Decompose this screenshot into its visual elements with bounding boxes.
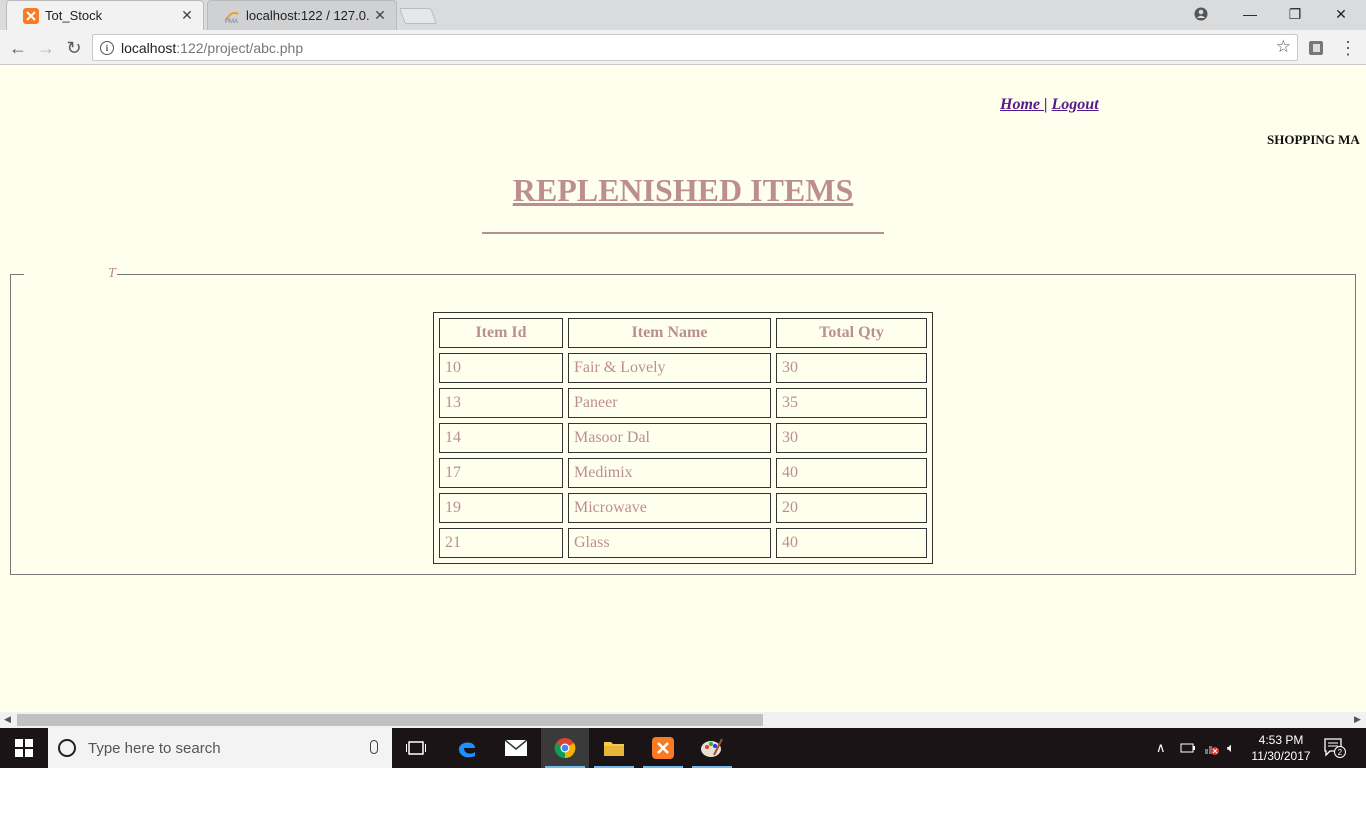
tab-strip: Tot_Stock ✕ PMA localhost:122 / 127.0.0.… xyxy=(0,0,1366,30)
cell-total-qty: 30 xyxy=(776,423,927,453)
minimize-button[interactable]: — xyxy=(1227,0,1273,28)
scrollbar-thumb[interactable] xyxy=(17,714,763,726)
cortana-icon xyxy=(58,739,76,757)
column-header-total-qty: Total Qty xyxy=(776,318,927,348)
close-tab-icon[interactable]: ✕ xyxy=(177,7,197,24)
table-row: 13 Paneer 35 xyxy=(439,388,927,418)
cell-total-qty: 20 xyxy=(776,493,927,523)
file-explorer-icon[interactable] xyxy=(590,728,638,768)
tab-tot-stock[interactable]: Tot_Stock ✕ xyxy=(6,0,204,30)
divider xyxy=(482,232,884,234)
screen-margin xyxy=(0,768,1366,815)
windows-taskbar: Type here to search ∧ 🔈︎ 4:53 PM 11/30/2… xyxy=(0,728,1366,768)
mail-icon[interactable] xyxy=(492,728,540,768)
page-content: Home | Logout SHOPPING MA REPLENISHED IT… xyxy=(0,66,1366,712)
paint-icon[interactable] xyxy=(688,728,736,768)
marquee-text: SHOPPING MA xyxy=(1267,132,1360,147)
cell-total-qty: 35 xyxy=(776,388,927,418)
new-tab-button[interactable] xyxy=(399,8,437,24)
horizontal-scrollbar[interactable]: ◀ ▶ xyxy=(0,712,1366,728)
column-header-item-id: Item Id xyxy=(439,318,563,348)
network-disconnected-icon[interactable] xyxy=(1204,728,1220,768)
cell-item-id: 13 xyxy=(439,388,563,418)
extension-icon[interactable] xyxy=(1304,36,1328,60)
notification-count: 2 xyxy=(1338,748,1343,757)
browser-toolbar: ← → ↻ i localhost:122/project/abc.php ☆ … xyxy=(0,30,1366,65)
bookmark-star-icon[interactable]: ☆ xyxy=(1276,37,1291,57)
microphone-icon[interactable] xyxy=(370,740,378,754)
cell-total-qty: 30 xyxy=(776,353,927,383)
tab-phpmyadmin[interactable]: PMA localhost:122 / 127.0.0.1 ✕ xyxy=(207,0,397,30)
cell-item-name: Microwave xyxy=(568,493,771,523)
volume-icon[interactable]: 🔈︎ xyxy=(1227,728,1235,768)
clock-date: 11/30/2017 xyxy=(1251,749,1311,763)
scroll-right-arrow-icon[interactable]: ▶ xyxy=(1354,714,1361,725)
table-row: 14 Masoor Dal 30 xyxy=(439,423,927,453)
search-placeholder: Type here to search xyxy=(88,739,221,757)
cell-item-name: Masoor Dal xyxy=(568,423,771,453)
cell-item-name: Fair & Lovely xyxy=(568,353,771,383)
page-title: REPLENISHED ITEMS xyxy=(512,172,854,208)
back-arrow-icon[interactable]: ← xyxy=(6,36,30,60)
battery-icon[interactable] xyxy=(1180,728,1196,768)
edge-browser-icon[interactable] xyxy=(443,728,491,768)
top-nav: Home | Logout xyxy=(1000,96,1099,114)
clock-time: 4:53 PM xyxy=(1258,733,1304,747)
forward-arrow-icon[interactable]: → xyxy=(34,36,58,60)
xampp-favicon-icon xyxy=(23,7,39,24)
reload-icon[interactable]: ↻ xyxy=(62,36,86,60)
phpmyadmin-favicon-icon: PMA xyxy=(224,8,240,24)
menu-kebab-icon[interactable]: ⋮ xyxy=(1336,36,1360,60)
table-row: 17 Medimix 40 xyxy=(439,458,927,488)
cell-item-name: Glass xyxy=(568,528,771,558)
profile-icon[interactable] xyxy=(1178,0,1224,28)
cell-total-qty: 40 xyxy=(776,528,927,558)
table-row: 10 Fair & Lovely 30 xyxy=(439,353,927,383)
address-bar[interactable]: i localhost:122/project/abc.php ☆ xyxy=(92,34,1298,61)
table-row: 19 Microwave 20 xyxy=(439,493,927,523)
url-path: :122/project/abc.php xyxy=(176,39,304,56)
show-hidden-icons-chevron-icon[interactable]: ∧ xyxy=(1156,728,1166,768)
close-tab-icon[interactable]: ✕ xyxy=(370,7,390,24)
home-link[interactable]: Home xyxy=(1000,96,1044,113)
restore-button[interactable]: ❐ xyxy=(1272,0,1318,28)
svg-text:PMA: PMA xyxy=(225,19,238,24)
scroll-left-arrow-icon[interactable]: ◀ xyxy=(4,714,11,725)
chrome-icon[interactable] xyxy=(541,728,589,768)
logout-link[interactable]: Logout xyxy=(1052,96,1099,113)
table-header-row: Item Id Item Name Total Qty xyxy=(439,318,927,348)
cell-item-id: 10 xyxy=(439,353,563,383)
tab-title: Tot_Stock xyxy=(45,8,103,23)
cell-item-id: 21 xyxy=(439,528,563,558)
cell-item-name: Medimix xyxy=(568,458,771,488)
cell-item-name: Paneer xyxy=(568,388,771,418)
replenished-items-table: Item Id Item Name Total Qty 10 Fair & Lo… xyxy=(433,312,933,564)
tab-title: localhost:122 / 127.0.0.1 xyxy=(246,8,370,23)
task-view-icon[interactable] xyxy=(392,728,440,768)
action-center-icon[interactable]: 2 xyxy=(1324,728,1346,768)
nav-separator: | xyxy=(1044,96,1052,113)
cell-item-id: 14 xyxy=(439,423,563,453)
windows-start-icon[interactable] xyxy=(0,728,48,768)
taskbar-search-box[interactable]: Type here to search xyxy=(48,728,392,768)
url-host: localhost xyxy=(121,39,177,56)
table-row: 21 Glass 40 xyxy=(439,528,927,558)
cell-item-id: 17 xyxy=(439,458,563,488)
xampp-icon[interactable] xyxy=(639,728,687,768)
cell-item-id: 19 xyxy=(439,493,563,523)
fieldset-legend: T xyxy=(24,266,117,282)
system-clock[interactable]: 4:53 PM 11/30/2017 xyxy=(1246,732,1316,764)
info-icon[interactable]: i xyxy=(100,40,114,55)
close-window-button[interactable]: ✕ xyxy=(1318,0,1364,28)
cell-total-qty: 40 xyxy=(776,458,927,488)
column-header-item-name: Item Name xyxy=(568,318,771,348)
